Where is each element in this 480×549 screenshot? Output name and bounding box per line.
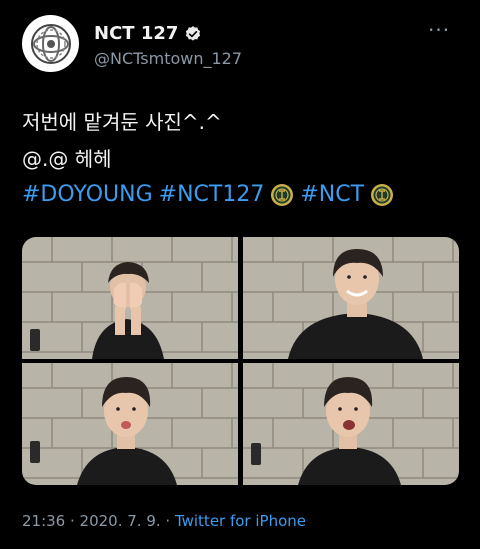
photo-2[interactable] (243, 237, 459, 359)
tweet-source-link[interactable]: Twitter for iPhone (175, 512, 306, 530)
author-name-row[interactable]: NCT 127 (94, 23, 202, 44)
nct-emblem-icon (271, 183, 294, 206)
hashtag-nct[interactable]: #NCT (300, 182, 364, 207)
display-name[interactable]: NCT 127 (94, 23, 178, 44)
photo-4[interactable] (243, 363, 459, 485)
more-dots-icon[interactable]: ··· (428, 18, 450, 42)
profile-avatar[interactable] (22, 15, 79, 72)
photo-1[interactable] (22, 237, 238, 359)
tweet-text-line-1: 저번에 맡겨둔 사진^.^ (22, 110, 222, 134)
photo-grid (22, 237, 459, 485)
nct-emblem-icon (371, 183, 394, 206)
tweet-timestamp[interactable]: 21:36 · 2020. 7. 9. · (22, 512, 175, 530)
photo-3[interactable] (22, 363, 238, 485)
nct-logo-icon (30, 23, 71, 64)
author-handle[interactable]: @NCTsmtown_127 (94, 49, 242, 68)
hashtag-nct127[interactable]: #NCT127 (159, 182, 265, 207)
tweet-meta: 21:36 · 2020. 7. 9. · Twitter for iPhone (22, 512, 306, 530)
tweet-text-line-2: @.@ 헤헤 (22, 147, 112, 171)
hashtag-doyoung[interactable]: #DOYOUNG (22, 182, 153, 207)
hashtag-row: #DOYOUNG #NCT127 #NCT (22, 182, 400, 207)
verified-badge-icon (186, 25, 201, 41)
